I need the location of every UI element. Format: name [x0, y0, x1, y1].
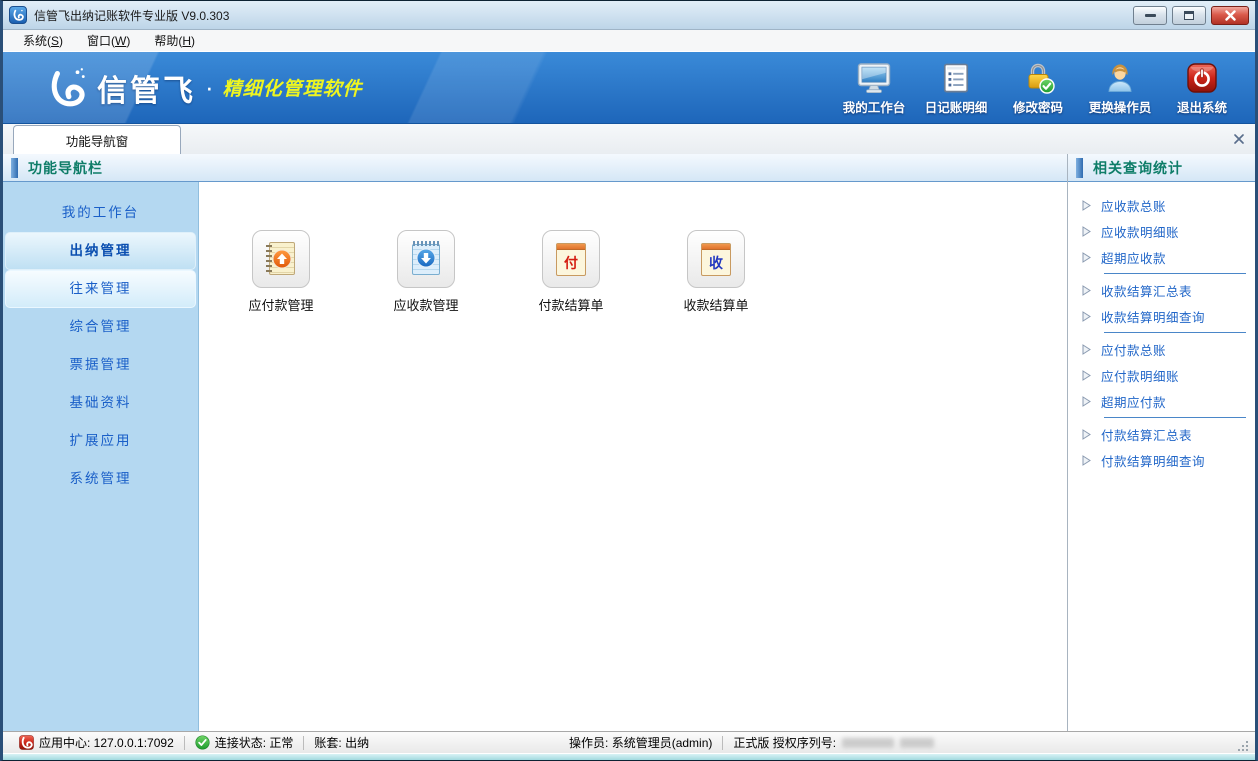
body: 功能导航栏 我的工作台 出纳管理 往来管理 综合管理 票据管理 基础资料 扩展应… [3, 154, 1255, 731]
related-item-receivable-ledger[interactable]: 应收款总账 [1068, 192, 1255, 218]
sidebar-item-bill-mgmt[interactable]: 票据管理 [5, 346, 196, 384]
related-item-payable-detail[interactable]: 应付款明细账 [1068, 362, 1255, 388]
sidebar-item-my-workbench[interactable]: 我的工作台 [5, 194, 196, 232]
tab-function-nav[interactable]: 功能导航窗 [13, 125, 181, 154]
brand-separator: · [205, 72, 214, 103]
tab-strip: 功能导航窗 [3, 124, 1255, 154]
status-account-set: 账套: 出纳 [304, 734, 379, 751]
brand-slogan: 精细化管理软件 [223, 74, 363, 101]
related-panel-header: 相关查询统计 [1068, 154, 1255, 182]
brand-logo-icon [43, 65, 89, 111]
divider [1104, 332, 1246, 333]
monitor-icon [857, 60, 891, 94]
left-content: 我的工作台 出纳管理 往来管理 综合管理 票据管理 基础资料 扩展应用 系统管理 [3, 182, 1067, 731]
triangle-right-icon [1082, 311, 1091, 322]
minimize-icon [1145, 14, 1156, 17]
related-panel: 相关查询统计 应收款总账 应收款明细账 超期应收款 收款结算 [1068, 154, 1255, 731]
triangle-right-icon [1082, 396, 1091, 407]
shortcut-receipt-slip[interactable]: 收 收款结算单 [656, 230, 776, 314]
related-item-payment-summary[interactable]: 付款结算汇总表 [1068, 421, 1255, 447]
menu-help[interactable]: 帮助(H) [142, 30, 207, 51]
left-region: 功能导航栏 我的工作台 出纳管理 往来管理 综合管理 票据管理 基础资料 扩展应… [3, 154, 1067, 731]
header-toolbar: 我的工作台 日记账明细 [833, 60, 1255, 116]
menu-bar: 系统(S) 窗口(W) 帮助(H) [3, 30, 1255, 52]
app-center-icon [19, 735, 34, 750]
status-connection: 连接状态: 正常 [185, 734, 304, 751]
related-item-receipt-detail-query[interactable]: 收款结算明细查询 [1068, 303, 1255, 329]
status-app-center: 应用中心: 127.0.0.1:7092 [9, 734, 184, 751]
triangle-right-icon [1082, 455, 1091, 466]
sidebar-item-basic-data[interactable]: 基础资料 [5, 384, 196, 422]
toolbar-switch-operator[interactable]: 更换操作员 [1079, 60, 1161, 116]
lock-check-icon [1022, 60, 1055, 94]
window-title: 信管飞出纳记账软件专业版 V9.0.303 [34, 7, 229, 24]
menu-system[interactable]: 系统(S) [11, 30, 75, 51]
sidebar-item-extended-apps[interactable]: 扩展应用 [5, 422, 196, 460]
app-window: 信管飞出纳记账软件专业版 V9.0.303 系统(S) 窗口(W) 帮助(H) … [0, 0, 1258, 761]
close-button[interactable] [1211, 6, 1249, 25]
menu-window[interactable]: 窗口(W) [75, 30, 142, 51]
journal-icon [941, 60, 971, 94]
related-list: 应收款总账 应收款明细账 超期应收款 收款结算汇总表 收款结算明细查询 [1068, 182, 1255, 473]
triangle-right-icon [1082, 252, 1091, 263]
triangle-right-icon [1082, 200, 1091, 211]
divider [1104, 417, 1246, 418]
maximize-button[interactable] [1172, 6, 1206, 25]
shortcut-payment-slip[interactable]: 付 付款结算单 [511, 230, 631, 314]
status-bar: 应用中心: 127.0.0.1:7092 连接状态: 正常 账套: 出纳 操作员… [3, 731, 1255, 753]
related-item-overdue-payable[interactable]: 超期应付款 [1068, 388, 1255, 414]
close-icon [1225, 10, 1236, 21]
related-panel-title: 相关查询统计 [1093, 158, 1183, 178]
sidebar-item-cashier-mgmt[interactable]: 出纳管理 [5, 232, 196, 270]
triangle-right-icon [1082, 370, 1091, 381]
redacted-serial [842, 738, 894, 748]
resize-grip[interactable] [1236, 740, 1249, 753]
related-item-overdue-receivable[interactable]: 超期应收款 [1068, 244, 1255, 270]
nav-panel-title: 功能导航栏 [28, 158, 103, 178]
maximize-icon [1184, 11, 1194, 20]
accent-bar [11, 158, 18, 178]
brand-name: 信管飞 [97, 66, 196, 110]
toolbar-my-workbench[interactable]: 我的工作台 [833, 60, 915, 116]
panel-close-icon[interactable] [1233, 133, 1245, 145]
toolbar-exit-system[interactable]: 退出系统 [1161, 60, 1243, 116]
related-item-receipt-summary[interactable]: 收款结算汇总表 [1068, 277, 1255, 303]
redacted-serial [900, 738, 934, 748]
accent-bar [1076, 158, 1083, 178]
sidebar-item-contacts-mgmt[interactable]: 往来管理 [5, 270, 196, 308]
sidebar-item-system-mgmt[interactable]: 系统管理 [5, 460, 196, 498]
nav-panel-header: 功能导航栏 [3, 154, 1067, 182]
toolbar-change-password[interactable]: 修改密码 [997, 60, 1079, 116]
sidebar: 我的工作台 出纳管理 往来管理 综合管理 票据管理 基础资料 扩展应用 系统管理 [3, 182, 199, 731]
shortcut-receivables-mgmt[interactable]: 应收款管理 [366, 230, 486, 314]
brand-header: 信管飞 · 精细化管理软件 我的工作台 [3, 52, 1255, 124]
notepad-up-arrow-icon [264, 241, 298, 277]
green-check-icon [195, 735, 210, 750]
triangle-right-icon [1082, 285, 1091, 296]
notepad-down-arrow-icon [409, 241, 443, 277]
app-logo-icon [9, 6, 27, 24]
title-bar: 信管飞出纳记账软件专业版 V9.0.303 [3, 1, 1255, 30]
window-controls [1133, 6, 1249, 25]
divider [1104, 273, 1246, 274]
payment-slip-icon: 付 [556, 243, 586, 276]
related-item-payable-ledger[interactable]: 应付款总账 [1068, 336, 1255, 362]
shortcut-payables-mgmt[interactable]: 应付款管理 [221, 230, 341, 314]
status-operator: 操作员: 系统管理员(admin) [559, 734, 722, 751]
brand: 信管飞 · 精细化管理软件 [43, 65, 363, 111]
window-bottom-border [3, 754, 1255, 760]
triangle-right-icon [1082, 344, 1091, 355]
user-icon [1104, 60, 1136, 94]
main-area: 应付款管理 [199, 182, 1067, 731]
related-item-receivable-detail[interactable]: 应收款明细账 [1068, 218, 1255, 244]
triangle-right-icon [1082, 429, 1091, 440]
status-license: 正式版 授权序列号: [723, 734, 944, 751]
minimize-button[interactable] [1133, 6, 1167, 25]
receipt-slip-icon: 收 [701, 243, 731, 276]
toolbar-journal-detail[interactable]: 日记账明细 [915, 60, 997, 116]
sidebar-item-comprehensive-mgmt[interactable]: 综合管理 [5, 308, 196, 346]
power-icon [1186, 60, 1218, 94]
related-item-payment-detail-query[interactable]: 付款结算明细查询 [1068, 447, 1255, 473]
triangle-right-icon [1082, 226, 1091, 237]
